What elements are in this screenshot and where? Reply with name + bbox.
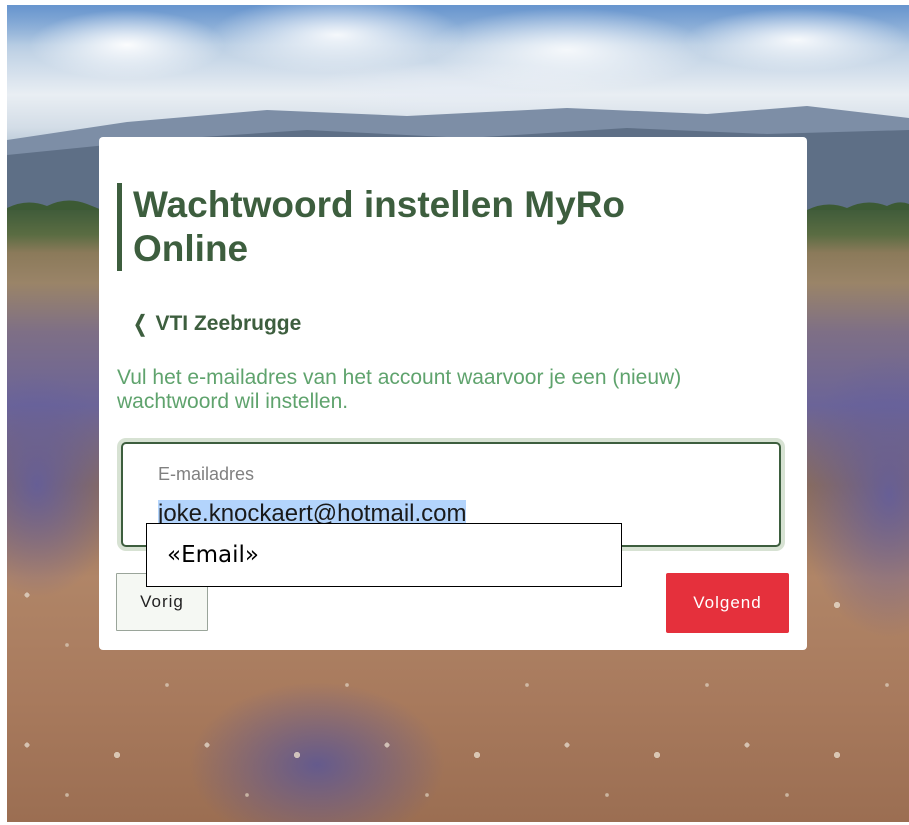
next-button[interactable]: Volgend (666, 573, 789, 633)
title-block: Wachtwoord instellen MyRo Online (117, 183, 733, 271)
email-field-label: E-mailadres (158, 464, 255, 484)
email-annotation-label: «Email» (146, 523, 622, 587)
instruction-text: Vul het e-mailadres van het account waar… (117, 366, 682, 413)
chevron-left-icon: ❬ (131, 311, 150, 336)
back-link-label: VTI Zeebrugge (155, 312, 302, 335)
page-title: Wachtwoord instellen MyRo Online (133, 184, 625, 269)
back-link-school[interactable]: ❬ VTI Zeebrugge (131, 312, 301, 336)
